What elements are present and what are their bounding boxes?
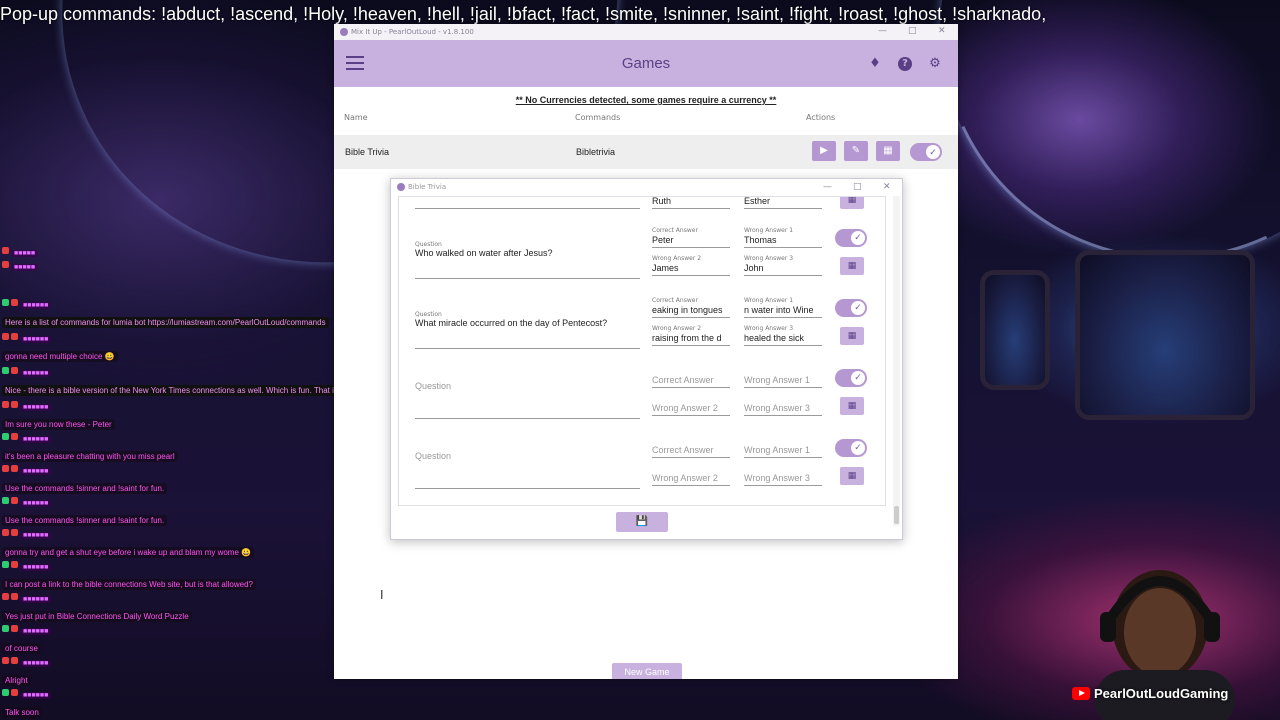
gear-icon[interactable]: ⚙ [928,57,942,71]
menu-icon[interactable] [346,56,364,74]
delete-question-button[interactable]: ▦ [840,197,864,209]
question-field[interactable] [415,197,640,209]
chat-message: ■■■■■■ Alright [2,652,52,688]
save-button[interactable]: 💾 [616,512,668,532]
check-icon: ✓ [926,145,940,159]
close-icon[interactable]: ✕ [938,26,946,36]
chat-message: ■■■■■■ Talk soon [2,684,52,720]
scrollbar-thumb[interactable] [894,506,899,524]
maximize-icon[interactable]: □ [908,26,917,36]
background-porthole-small [980,270,1050,390]
new-game-button[interactable]: New Game [612,663,682,679]
question-field[interactable]: Question Who walked on water after Jesus? [415,241,640,279]
delete-question-button[interactable]: ▦ [840,397,864,415]
youtube-icon [1072,687,1090,700]
wrong-answer-2-field[interactable]: Wrong Answer 2 [652,395,730,416]
check-icon: ✓ [851,231,865,245]
dialog-scrollbar[interactable] [893,196,900,526]
column-actions: Actions [806,113,836,122]
wrong-answer-1-field[interactable]: Wrong Answer 1n water into Wine [744,297,822,318]
bible-trivia-dialog: Bible Trivia — □ ✕ Ruth Esther ▦ Questio… [390,178,903,540]
text-cursor-icon: I [380,588,384,602]
chat-message: ■■■■■■ I can post a link to the bible con… [2,556,256,592]
wrong-answer-3-field[interactable]: Wrong Answer 3 [744,395,822,416]
check-icon: ✓ [851,301,865,315]
play-button[interactable]: ▶ [812,141,836,161]
chat-message: ■■■■■■ of course [2,620,52,656]
chat-message: ■■■■■■ gonna need multiple choice 😀 [2,328,118,364]
games-table-header: Name Commands Actions [334,105,958,127]
dialog-title: Bible Trivia [408,183,447,191]
chat-message-text: Talk soon [2,707,42,718]
correct-answer-field[interactable]: Correct Answer [652,367,730,388]
column-name: Name [344,113,368,122]
command-ticker: Pop-up commands: !abduct, !ascend, !Holy… [0,4,1047,24]
correct-answer-field[interactable]: Correct Answer Peter [652,227,730,248]
table-row[interactable]: Bible Trivia Bibletrivia ▶ ✎ ▦ ✓ [334,135,958,169]
correct-answer-field[interactable]: Correct Answer [652,437,730,458]
app-title: Mix It Up - PearlOutLoud - v1.8.100 [351,28,474,36]
channel-label: PearlOutLoudGaming [1094,686,1229,701]
currency-warning: ** No Currencies detected, some games re… [515,95,777,105]
wrong-answer-1-field[interactable]: Wrong Answer 1 Thomas [744,227,822,248]
question-field[interactable]: Question [415,381,640,419]
check-icon: ✓ [851,371,865,385]
wrong-answer-2-field[interactable]: Wrong Answer 2 raising from the d [652,325,730,346]
chat-message: ■■■■■■ gonna try and get a shut eye befor… [2,524,255,560]
question-field[interactable]: Question [415,451,640,489]
wrong-answer-3-field[interactable]: Wrong Answer 3 healed the sick [744,325,822,346]
chat-message: ■■■■■■ Im sure you now these - Peter [2,396,115,432]
delete-button[interactable]: ▦ [876,141,900,161]
wrong-answer-1-field[interactable]: Wrong Answer 1 [744,367,822,388]
app-header: Games ♦ ? ⚙ [334,40,958,87]
game-name: Bible Trivia [345,147,390,157]
question-field[interactable]: Question What miracle occurred on the day… [415,311,640,349]
delete-question-button[interactable]: ▦ [840,257,864,275]
background-porthole [1075,250,1255,420]
dialog-titlebar: Bible Trivia — □ ✕ [391,179,902,195]
app-titlebar: Mix It Up - PearlOutLoud - v1.8.100 — □ … [334,24,958,40]
correct-answer-field[interactable]: Ruth [652,197,730,209]
question-enabled-toggle[interactable]: ✓ [835,369,867,387]
correct-answer-field[interactable]: Correct Answer eaking in tongues [652,297,730,318]
chat-message: ■■■■■■ it's been a pleasure chatting with… [2,428,178,464]
wrong-answer-2-field[interactable]: Wrong Answer 2 James [652,255,730,276]
chat-message: ■■■■■■ Use the commands !sinner and !sain… [2,460,168,496]
bell-icon[interactable]: ♦ [868,57,882,71]
delete-question-button[interactable]: ▦ [840,467,864,485]
help-icon[interactable]: ? [898,57,912,71]
channel-name: PearlOutLoudGaming [1072,686,1228,701]
wrong-answer-1-field[interactable]: Wrong Answer 1 [744,437,822,458]
wrong-answer-3-field[interactable]: Wrong Answer 3 John [744,255,822,276]
chat-message: ■■■■■■ Use the commands !sinner and !sain… [2,492,168,528]
game-enabled-toggle[interactable]: ✓ [910,143,942,161]
chat-message-text: Here is a list of commands for lumia bot… [2,317,329,328]
question-enabled-toggle[interactable]: ✓ [835,229,867,247]
page-title: Games [621,55,671,72]
wrong-answer-3-field[interactable]: Wrong Answer 3 [744,465,822,486]
chat-message-text: gonna need multiple choice 😀 [2,351,118,362]
question-enabled-toggle[interactable]: ✓ [835,439,867,457]
close-icon[interactable]: ✕ [883,182,891,192]
column-commands: Commands [575,113,621,122]
chat-message: ■■■■■■ Here is a list of commands for lum… [2,294,329,330]
chat-message: ■■■■■ [2,256,39,274]
question-enabled-toggle[interactable]: ✓ [835,299,867,317]
app-logo-icon [340,28,348,36]
app-logo-icon [397,183,405,191]
check-icon: ✓ [851,441,865,455]
game-command: Bibletrivia [576,147,616,157]
minimize-icon[interactable]: — [878,26,887,36]
wrong-answer-2-field[interactable]: Wrong Answer 2 [652,465,730,486]
delete-question-button[interactable]: ▦ [840,327,864,345]
wrong-answer-1-field[interactable]: Esther [744,197,822,209]
questions-list[interactable]: Ruth Esther ▦ Question Who walked on wate… [398,196,886,506]
minimize-icon[interactable]: — [823,182,832,192]
chat-message: ■■■■■■ Yes just put in Bible Connections … [2,588,192,624]
maximize-icon[interactable]: □ [853,182,862,192]
edit-button[interactable]: ✎ [844,141,868,161]
